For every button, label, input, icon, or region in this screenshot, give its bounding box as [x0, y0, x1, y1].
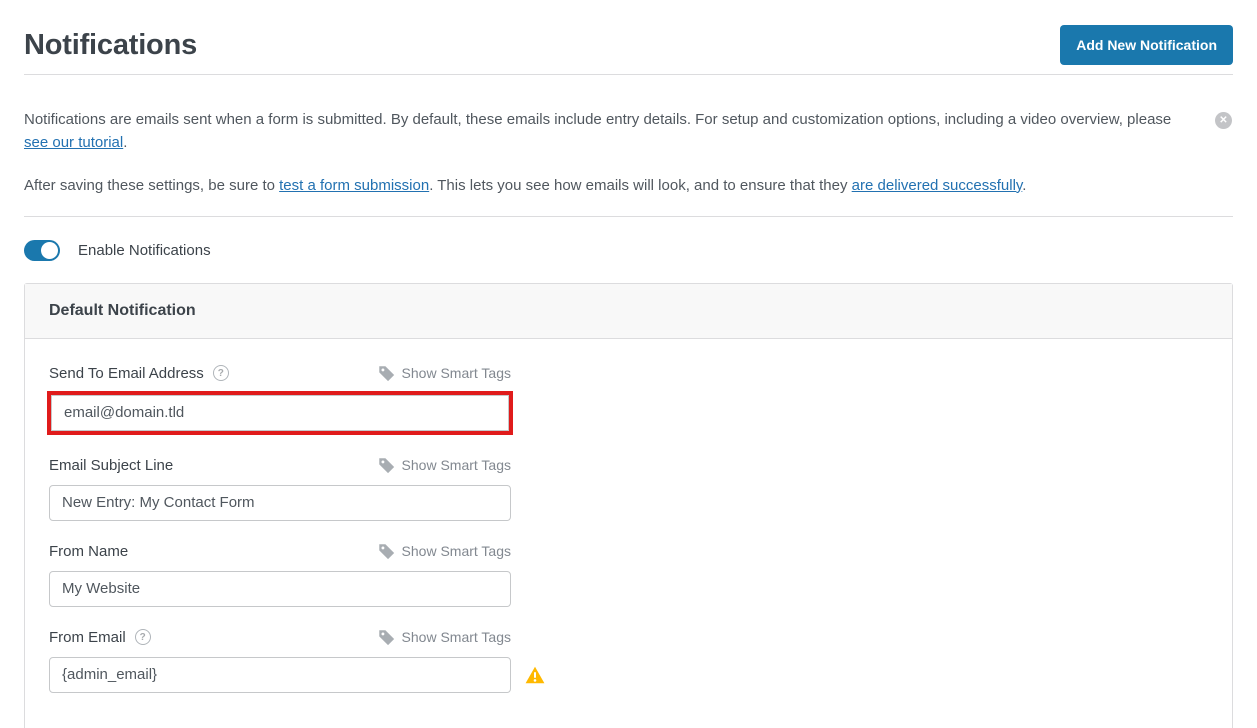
education-notice: Notifications are emails sent when a for…	[24, 108, 1233, 197]
tag-icon	[378, 543, 395, 560]
notice-text-1: Notifications are emails sent when a for…	[24, 111, 1171, 128]
show-smart-tags-toggle[interactable]: Show Smart Tags	[378, 365, 511, 382]
from-name-label: From Name	[49, 543, 128, 560]
show-smart-tags-label: Show Smart Tags	[402, 365, 511, 381]
header-divider	[24, 74, 1233, 75]
test-form-submission-link[interactable]: test a form submission	[279, 177, 429, 194]
help-icon[interactable]: ?	[135, 629, 151, 645]
send-to-email-input[interactable]	[51, 395, 509, 431]
from-email-field-group: From Email ? Show Smart Tags	[49, 629, 1208, 693]
tag-icon	[378, 629, 395, 646]
dismiss-notice-icon[interactable]: ✕	[1215, 112, 1232, 129]
send-to-email-field-group: Send To Email Address ? Show Smart Tags	[49, 365, 1208, 435]
panel-body: Send To Email Address ? Show Smart Tags	[25, 339, 1232, 728]
show-smart-tags-label: Show Smart Tags	[402, 543, 511, 559]
panel-title: Default Notification	[49, 302, 196, 319]
enable-notifications-label: Enable Notifications	[78, 242, 211, 259]
show-smart-tags-label: Show Smart Tags	[402, 457, 511, 473]
red-highlight-box	[47, 391, 513, 435]
show-smart-tags-label: Show Smart Tags	[402, 629, 511, 645]
panel-header: Default Notification	[25, 284, 1232, 339]
show-smart-tags-toggle[interactable]: Show Smart Tags	[378, 629, 511, 646]
page-title: Notifications	[24, 29, 197, 62]
notice-text-2-suffix: .	[1022, 177, 1026, 194]
show-smart-tags-toggle[interactable]: Show Smart Tags	[378, 543, 511, 560]
notifications-settings-page: Notifications Add New Notification Notif…	[0, 0, 1257, 728]
notice-text-2b: . This lets you see how emails will look…	[429, 177, 851, 194]
notice-paragraph-1: Notifications are emails sent when a for…	[24, 108, 1189, 155]
notice-text-1-suffix: .	[123, 134, 127, 151]
page-header: Notifications Add New Notification	[24, 0, 1233, 68]
warning-triangle-icon	[525, 666, 545, 684]
delivered-successfully-link[interactable]: are delivered successfully	[852, 177, 1023, 194]
from-name-field-group: From Name Show Smart Tags	[49, 543, 1208, 607]
notice-text-2a: After saving these settings, be sure to	[24, 177, 279, 194]
enable-notifications-row: Enable Notifications	[24, 240, 1233, 261]
email-subject-label: Email Subject Line	[49, 457, 173, 474]
from-email-input[interactable]	[49, 657, 511, 693]
from-name-input[interactable]	[49, 571, 511, 607]
add-new-notification-button[interactable]: Add New Notification	[1060, 25, 1233, 65]
toggle-knob	[41, 242, 58, 259]
tag-icon	[378, 457, 395, 474]
email-subject-input[interactable]	[49, 485, 511, 521]
notice-divider	[24, 216, 1233, 217]
tag-icon	[378, 365, 395, 382]
help-icon[interactable]: ?	[213, 365, 229, 381]
email-subject-field-group: Email Subject Line Show Smart Tags	[49, 457, 1208, 521]
see-our-tutorial-link[interactable]: see our tutorial	[24, 134, 123, 151]
show-smart-tags-toggle[interactable]: Show Smart Tags	[378, 457, 511, 474]
from-email-label: From Email	[49, 629, 126, 646]
send-to-email-label: Send To Email Address	[49, 365, 204, 382]
default-notification-panel: Default Notification Send To Email Addre…	[24, 283, 1233, 728]
enable-notifications-toggle[interactable]	[24, 240, 60, 261]
notice-paragraph-2: After saving these settings, be sure to …	[24, 174, 1189, 197]
